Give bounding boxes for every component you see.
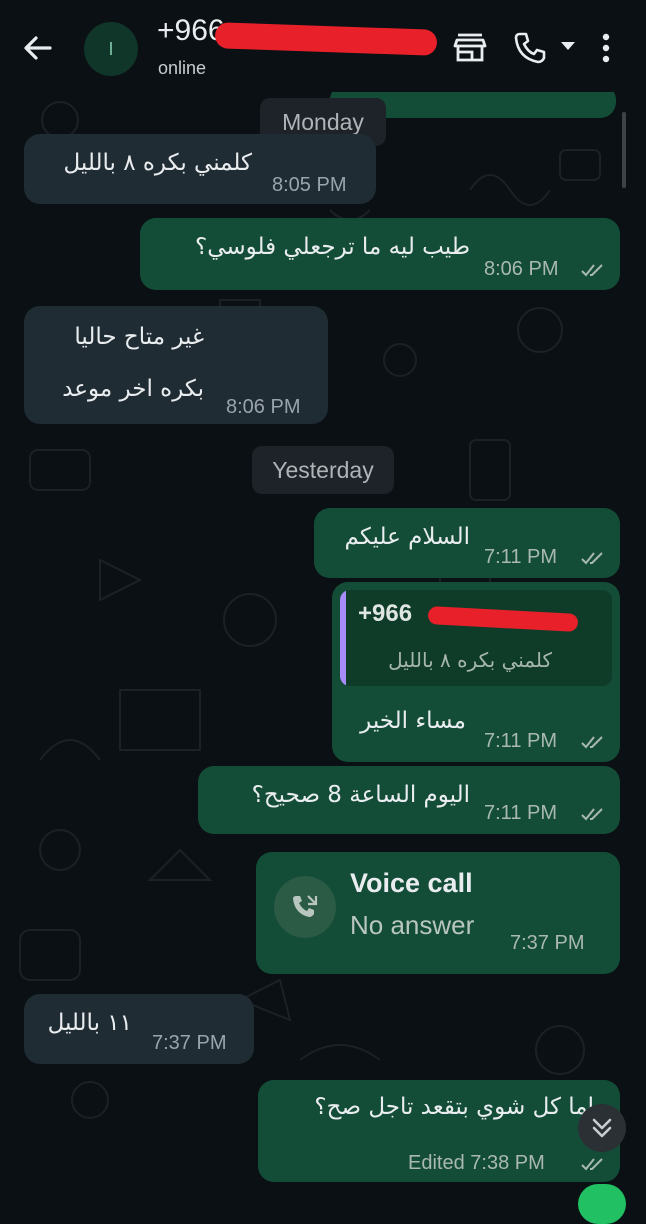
back-arrow-icon[interactable] (18, 28, 58, 68)
message-time: 8:05 PM (272, 174, 347, 196)
message-time: 7:37 PM (510, 932, 585, 954)
phone-icon[interactable] (512, 30, 548, 66)
send-button-peek[interactable] (578, 1184, 626, 1224)
double-check-icon (581, 264, 603, 277)
date-chip-yesterday: Yesterday (252, 446, 394, 494)
more-vert-icon[interactable] (596, 30, 616, 66)
quote-author: +966 (358, 600, 413, 627)
store-icon[interactable] (452, 30, 488, 66)
contact-status: online (158, 58, 207, 78)
quote-accent-bar (340, 590, 346, 686)
message-bubble-outgoing[interactable]: طيب ليه ما ترجعلي فلوسي؟ 8:06 PM (140, 218, 620, 290)
message-text: ١١ بالليل (47, 1010, 132, 1036)
double-check-icon (581, 808, 603, 821)
bottom-edge (0, 1188, 646, 1200)
message-text: اما كل شوي بتقعد تاجل صح؟ (314, 1094, 594, 1120)
chat-header: I +966 online (0, 0, 646, 92)
message-time: Edited 7:38 PM (408, 1152, 545, 1174)
message-bubble-outgoing[interactable]: اليوم الساعة 8 صحيح؟ 7:11 PM (198, 766, 620, 834)
call-title: Voice call (350, 868, 473, 898)
message-bubble-incoming[interactable]: غير متاح حاليا بكره اخر موعد 8:06 PM (24, 306, 328, 424)
message-bubble-incoming[interactable]: كلمني بكره ٨ بالليل 8:05 PM (24, 134, 376, 204)
avatar[interactable]: I (84, 22, 138, 76)
call-status: No answer (350, 910, 475, 940)
message-text: كلمني بكره ٨ بالليل (63, 150, 253, 176)
message-text: اليوم الساعة 8 صحيح؟ (251, 782, 470, 808)
chevron-down-icon[interactable] (558, 38, 578, 54)
message-text: السلام عليكم (344, 524, 470, 550)
voice-call-bubble[interactable]: Voice call No answer 7:37 PM (256, 852, 620, 974)
message-time: 7:11 PM (484, 546, 557, 568)
message-time: 8:06 PM (226, 396, 301, 418)
message-bubble-outgoing[interactable]: السلام عليكم 7:11 PM (314, 508, 620, 578)
double-check-icon (581, 552, 603, 565)
message-text: غير متاح حاليا (74, 324, 204, 350)
redaction-mark (427, 606, 579, 632)
quote-text: كلمني بكره ٨ بالليل (388, 648, 552, 672)
message-bubble-outgoing[interactable]: اما كل شوي بتقعد تاجل صح؟ Edited 7:38 PM (258, 1080, 620, 1182)
double-check-icon (581, 1158, 603, 1171)
double-check-icon (581, 736, 603, 749)
missed-call-icon (293, 895, 318, 917)
message-text: طيب ليه ما ترجعلي فلوسي؟ (194, 234, 470, 260)
scroll-down-button[interactable] (578, 1104, 626, 1152)
quoted-message[interactable]: +966 كلمني بكره ٨ بالليل (340, 590, 612, 686)
contact-number[interactable]: +966 (157, 14, 225, 48)
message-text: مساء الخير (360, 708, 466, 734)
message-bubble-reply[interactable]: +966 كلمني بكره ٨ بالليل مساء الخير 7:11… (332, 582, 620, 762)
scroll-down-icon (592, 1118, 612, 1138)
call-icon-circle (274, 876, 336, 938)
message-time: 8:06 PM (484, 258, 559, 280)
message-time: 7:37 PM (152, 1032, 227, 1054)
redaction-mark (214, 22, 438, 56)
scrollbar[interactable] (622, 112, 626, 188)
message-text: بكره اخر موعد (62, 376, 204, 402)
message-bubble-incoming[interactable]: ١١ بالليل 7:37 PM (24, 994, 254, 1064)
message-time: 7:11 PM (484, 802, 557, 824)
message-time: 7:11 PM (484, 730, 557, 752)
